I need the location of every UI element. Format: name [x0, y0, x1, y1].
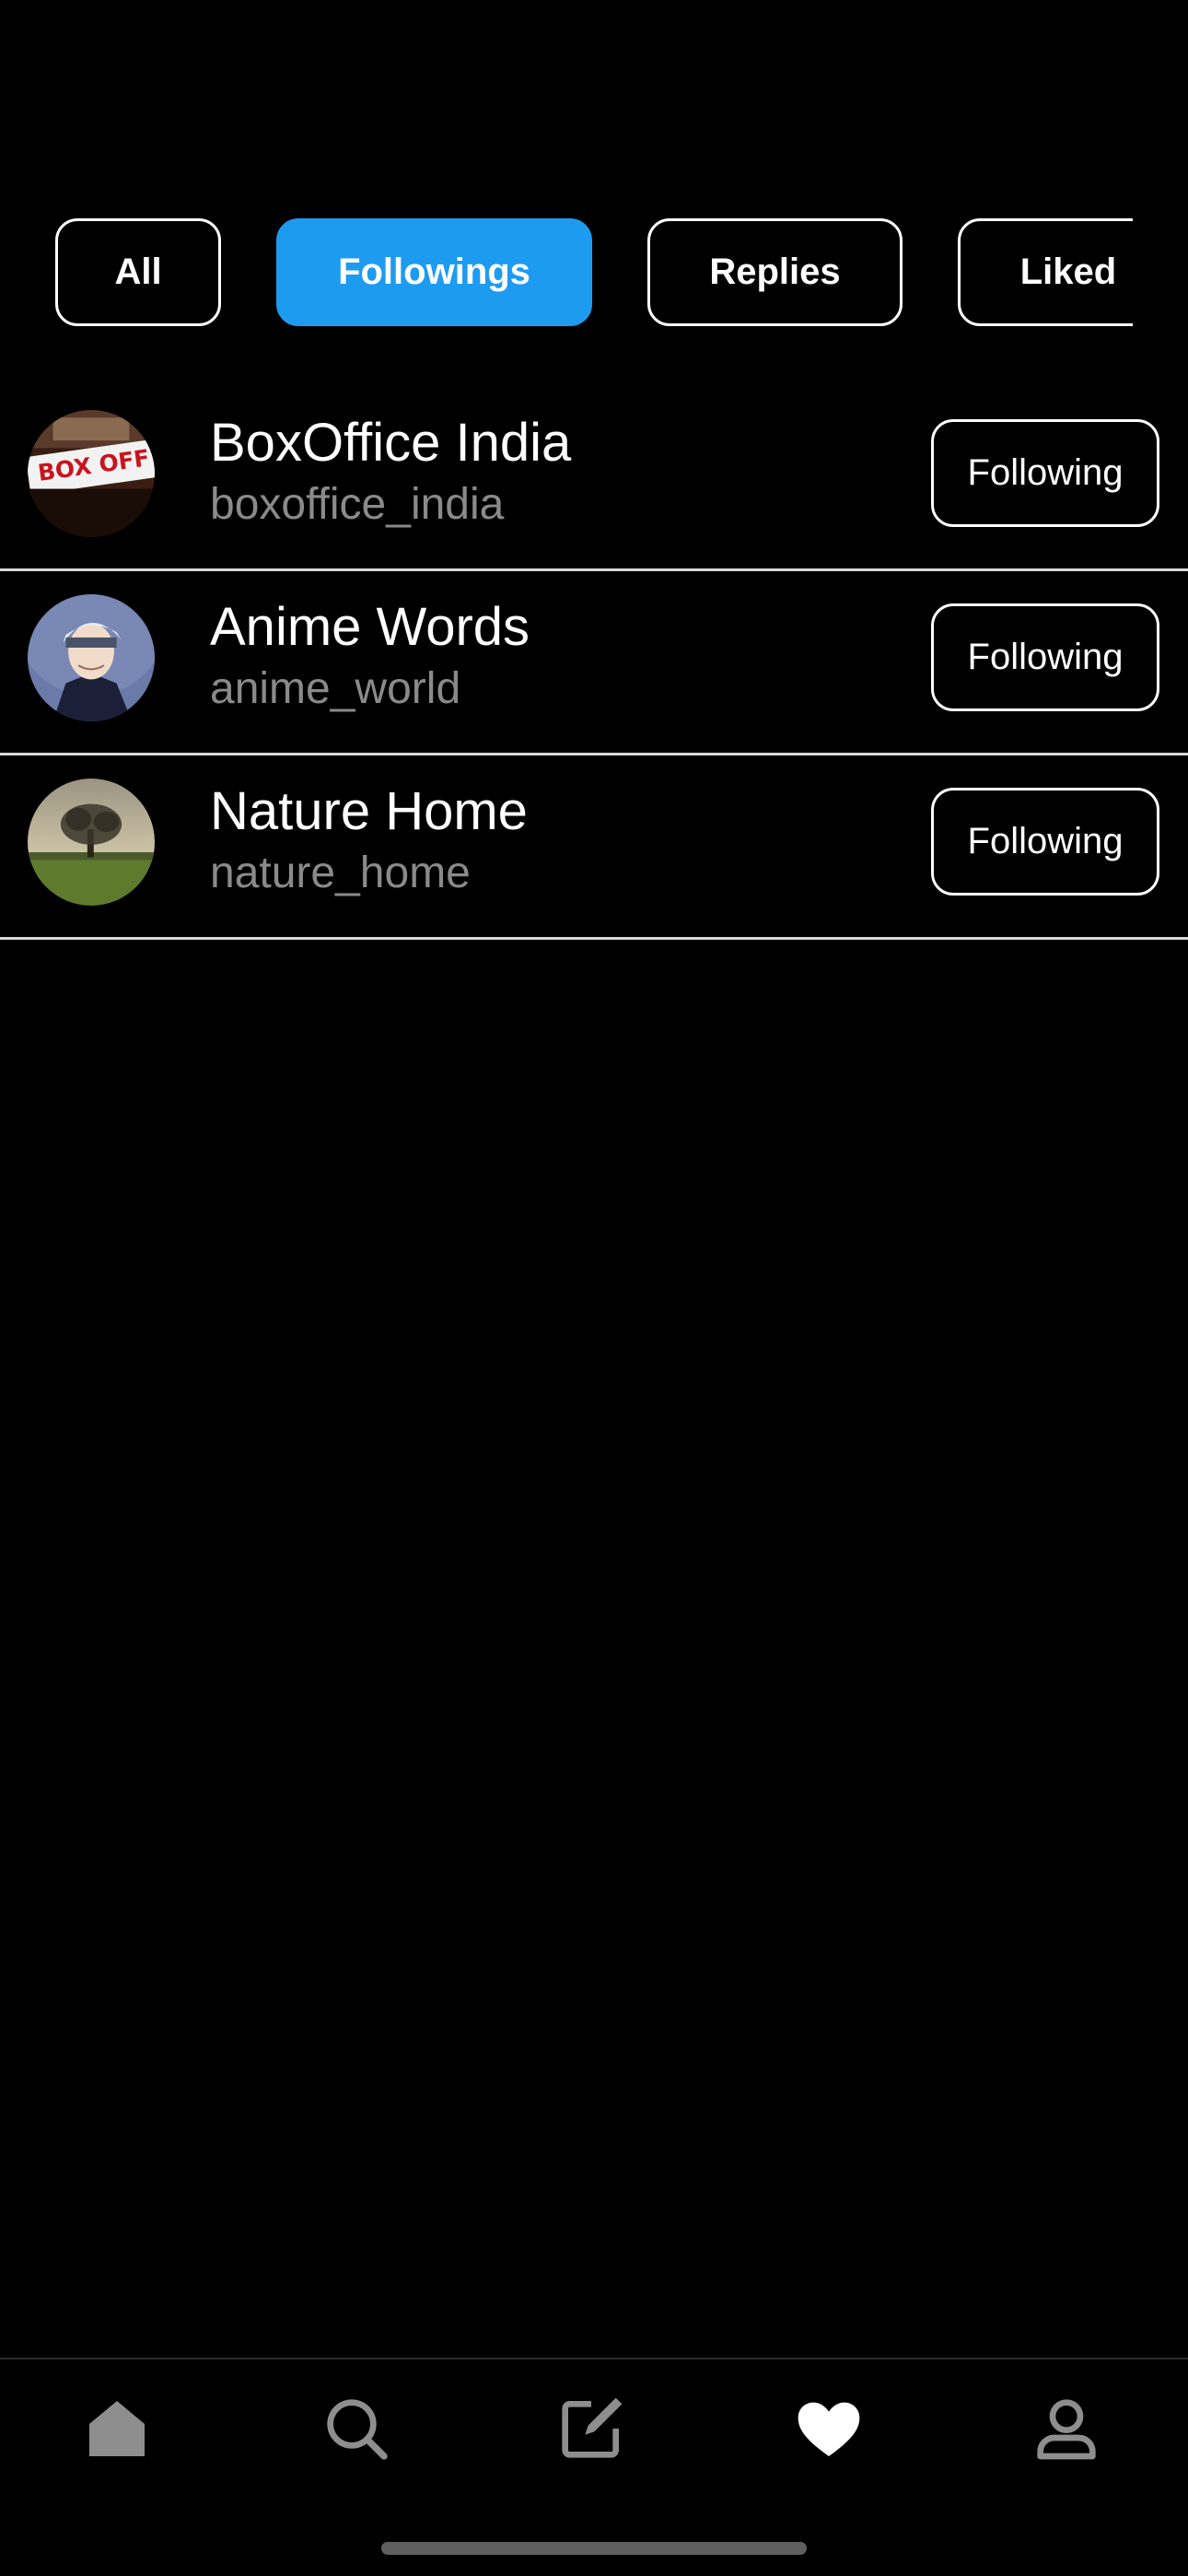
- tab-all[interactable]: All: [55, 218, 221, 326]
- search-icon: [327, 2399, 388, 2460]
- account-handle: anime_world: [210, 664, 461, 713]
- account-handle: boxoffice_india: [210, 480, 505, 529]
- nav-activity[interactable]: [787, 2387, 870, 2470]
- nav-compose[interactable]: [550, 2387, 633, 2470]
- nav-profile[interactable]: [1025, 2387, 1108, 2470]
- tab-replies[interactable]: Replies: [647, 218, 903, 326]
- box-office-avatar-image: BOX OFF: [28, 410, 155, 537]
- avatar[interactable]: BOX OFF: [28, 410, 155, 537]
- anime-avatar-image: [28, 594, 155, 721]
- heart-icon: [798, 2402, 860, 2456]
- account-name: BoxOffice India: [210, 413, 572, 473]
- list-item[interactable]: Anime Words anime_world Following: [0, 571, 1188, 755]
- following-button[interactable]: Following: [931, 788, 1159, 896]
- nature-avatar-image: [28, 779, 155, 906]
- account-handle: nature_home: [210, 849, 471, 897]
- nav-search[interactable]: [315, 2387, 398, 2470]
- avatar[interactable]: [28, 594, 155, 721]
- following-button[interactable]: Following: [931, 603, 1159, 711]
- account-name: Anime Words: [210, 597, 530, 657]
- home-indicator[interactable]: [381, 2542, 807, 2555]
- tab-liked[interactable]: Liked: [958, 218, 1133, 326]
- account-name: Nature Home: [210, 781, 528, 841]
- filter-tabs: All Followings Replies Liked: [0, 218, 1133, 326]
- compose-icon: [562, 2397, 623, 2458]
- profile-icon: [1037, 2399, 1096, 2460]
- list-item[interactable]: BOX OFF BoxOffice India boxoffice_india …: [0, 387, 1188, 571]
- nav-home[interactable]: [76, 2387, 158, 2470]
- home-icon: [89, 2401, 145, 2456]
- tab-followings[interactable]: Followings: [276, 218, 592, 326]
- following-button[interactable]: Following: [931, 419, 1159, 527]
- list-item[interactable]: Nature Home nature_home Following: [0, 755, 1188, 940]
- avatar[interactable]: [28, 779, 155, 906]
- following-list: BOX OFF BoxOffice India boxoffice_india …: [0, 387, 1188, 940]
